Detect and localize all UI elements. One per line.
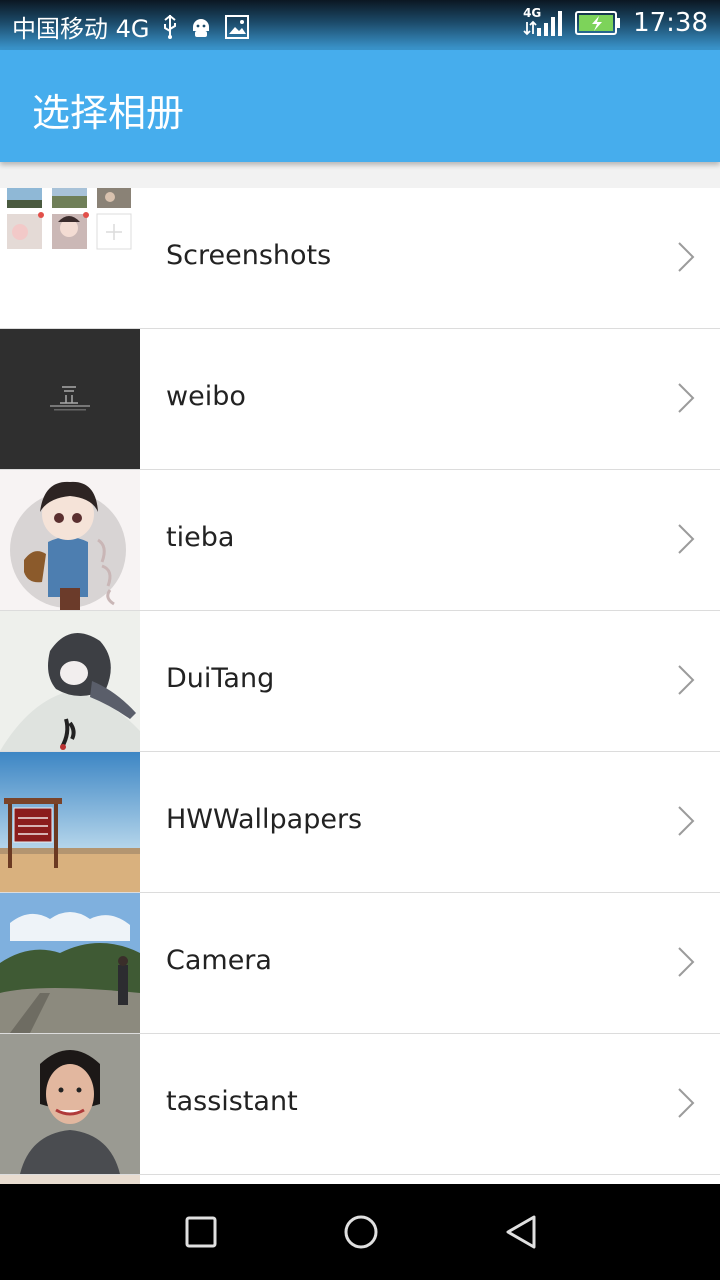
page-title: 选择相册 bbox=[32, 91, 185, 135]
album-item-screenshots[interactable]: Screenshots bbox=[0, 188, 720, 329]
network-type-label: 4G bbox=[523, 6, 542, 20]
chevron-right-icon bbox=[676, 663, 696, 701]
album-thumbnail bbox=[0, 611, 140, 751]
album-thumbnail bbox=[0, 1034, 140, 1174]
album-label: HWWallpapers bbox=[166, 804, 363, 835]
album-thumbnail bbox=[0, 1175, 140, 1184]
home-icon[interactable] bbox=[337, 1208, 385, 1256]
signal-icon: 4G bbox=[523, 6, 563, 38]
album-thumbnail bbox=[0, 188, 140, 328]
album-label: Camera bbox=[166, 945, 272, 976]
album-item-weibo[interactable]: weibo bbox=[0, 329, 720, 470]
image-icon bbox=[224, 14, 250, 40]
battery-charging-icon bbox=[575, 10, 621, 36]
album-label: tassistant bbox=[166, 1086, 298, 1117]
album-thumbnail bbox=[0, 893, 140, 1033]
navigation-bar bbox=[0, 1184, 720, 1280]
album-label: Screenshots bbox=[166, 240, 332, 271]
album-thumbnail bbox=[0, 470, 140, 610]
album-item-partial[interactable] bbox=[0, 1175, 720, 1184]
usb-icon bbox=[162, 14, 178, 40]
album-label: tieba bbox=[166, 522, 235, 553]
back-icon[interactable] bbox=[497, 1208, 545, 1256]
clock: 17:38 bbox=[633, 8, 708, 38]
recent-apps-icon[interactable] bbox=[177, 1208, 225, 1256]
album-thumbnail bbox=[0, 752, 140, 892]
chevron-right-icon bbox=[676, 240, 696, 278]
chevron-right-icon bbox=[676, 945, 696, 983]
carrier-label: 中国移动 4G bbox=[12, 15, 150, 43]
album-item-camera[interactable]: Camera bbox=[0, 893, 720, 1034]
app-bar: 选择相册 bbox=[0, 50, 720, 162]
album-item-tassistant[interactable]: tassistant bbox=[0, 1034, 720, 1175]
album-item-hwwallpapers[interactable]: HWWallpapers bbox=[0, 752, 720, 893]
album-thumbnail bbox=[0, 329, 140, 469]
chevron-right-icon bbox=[676, 522, 696, 560]
android-icon bbox=[190, 15, 212, 39]
album-list: Screenshots weibo tieba DuiTang HWWallpa… bbox=[0, 188, 720, 1184]
album-item-duitang[interactable]: DuiTang bbox=[0, 611, 720, 752]
album-label: weibo bbox=[166, 381, 246, 412]
album-label: DuiTang bbox=[166, 663, 275, 694]
album-item-tieba[interactable]: tieba bbox=[0, 470, 720, 611]
chevron-right-icon bbox=[676, 1086, 696, 1124]
status-bar: 中国移动 4G 4G 17:38 bbox=[0, 0, 720, 50]
chevron-right-icon bbox=[676, 381, 696, 419]
chevron-right-icon bbox=[676, 804, 696, 842]
